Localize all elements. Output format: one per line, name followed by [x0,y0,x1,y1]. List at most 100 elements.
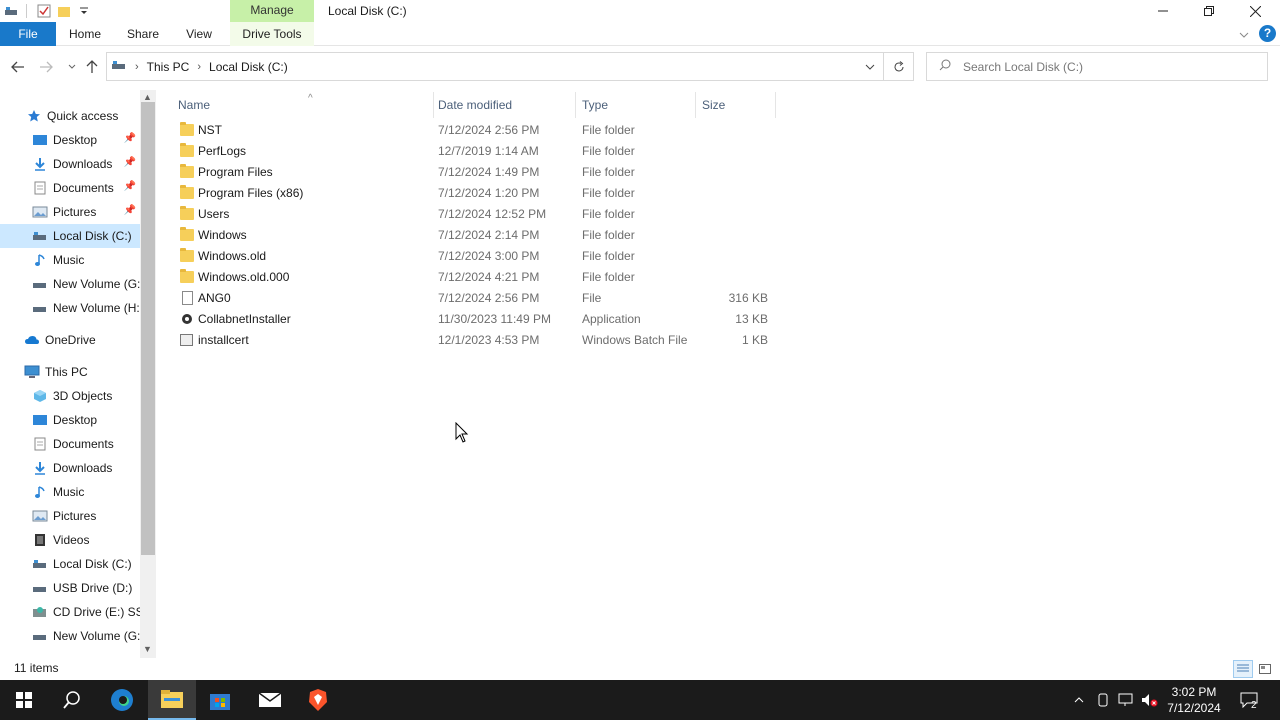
nav-quick-new-volume-g[interactable]: New Volume (G: [0,272,140,296]
music-icon [32,252,48,268]
chevron-right-icon[interactable]: › [197,61,201,73]
usb-icon [32,580,48,596]
restore-button[interactable] [1186,0,1232,22]
nav-pc-desktop[interactable]: Desktop [0,408,140,432]
nav-pc-pictures[interactable]: Pictures [0,504,140,528]
nav-pc-cd-drive[interactable]: CD Drive (E:) SSS [0,600,140,624]
file-row[interactable]: Users 7/12/2024 12:52 PM File folder [172,204,772,225]
new-folder-icon[interactable] [55,2,73,20]
nav-pc-local-disk[interactable]: Local Disk (C:) [0,552,140,576]
minimize-button[interactable] [1140,0,1186,22]
customize-toolbar-icon[interactable] [75,2,93,20]
mouse-cursor-icon [455,421,469,447]
column-header-size[interactable]: Size [696,92,776,118]
file-row[interactable]: Windows.old 7/12/2024 3:00 PM File folde… [172,246,772,267]
taskbar-store[interactable] [196,680,244,720]
drive-icon[interactable] [2,2,20,20]
brave-icon [309,689,327,711]
volume-muted-icon[interactable] [1140,680,1160,720]
tab-manage[interactable]: Manage [230,0,314,22]
tab-file[interactable]: File [0,22,56,46]
arrow-left-icon [11,61,24,73]
column-header-type[interactable]: Type [576,92,696,118]
file-row[interactable]: ANG0 7/12/2024 2:56 PM File 316 KB [172,288,772,309]
back-button[interactable] [8,57,28,77]
tray-device-icon[interactable] [1094,680,1112,720]
file-row[interactable]: Program Files (x86) 7/12/2024 1:20 PM Fi… [172,183,772,204]
nav-pc-videos[interactable]: Videos [0,528,140,552]
nav-quick-music[interactable]: Music [0,248,140,272]
large-icons-view-button[interactable] [1255,660,1275,678]
address-bar[interactable]: › This PC › Local Disk (C:) [106,52,914,81]
file-row[interactable]: PerfLogs 12/7/2019 1:14 AM File folder [172,141,772,162]
nav-pc-documents[interactable]: Documents [0,432,140,456]
taskbar-brave[interactable] [294,680,342,720]
tab-share[interactable]: Share [116,22,170,46]
drive-icon [32,628,48,644]
file-row[interactable]: installcert 12/1/2023 4:53 PM Windows Ba… [172,330,772,351]
up-button[interactable] [82,57,102,77]
drive-icon [32,276,48,292]
refresh-button[interactable] [883,53,913,80]
show-hidden-icons-button[interactable] [1070,680,1088,720]
tab-view[interactable]: View [174,22,224,46]
nav-quick-pictures[interactable]: Pictures 📌 [0,200,140,224]
network-icon[interactable] [1116,680,1136,720]
column-header-name[interactable]: Name ^ [172,92,434,118]
properties-icon[interactable] [35,2,53,20]
pin-icon: 📌 [123,157,136,168]
file-row[interactable]: Windows.old.000 7/12/2024 4:21 PM File f… [172,267,772,288]
column-header-date[interactable]: Date modified [432,92,576,118]
nav-quick-documents[interactable]: Documents 📌 [0,176,140,200]
taskbar-edge[interactable] [98,680,146,720]
window-title: Local Disk (C:) [328,4,407,18]
file-row[interactable]: Windows 7/12/2024 2:14 PM File folder [172,225,772,246]
chevron-right-icon[interactable]: › [135,61,139,73]
search-box[interactable]: Search Local Disk (C:) [926,52,1268,81]
action-center-button[interactable]: 2 [1234,680,1264,720]
minimize-icon [1158,10,1168,12]
download-icon [32,156,48,172]
nav-pc-new-volume-g[interactable]: New Volume (G: [0,624,140,648]
expand-ribbon-icon[interactable] [1239,27,1249,41]
nav-quick-local-disk[interactable]: Local Disk (C:) [0,224,140,248]
start-button[interactable] [0,680,48,720]
document-icon [32,436,48,452]
scroll-up-icon[interactable]: ▲ [143,92,152,102]
file-row[interactable]: NST 7/12/2024 2:56 PM File folder [172,120,772,141]
recent-locations-button[interactable] [62,57,82,77]
nav-pc-usb-drive[interactable]: USB Drive (D:) [0,576,140,600]
scrollbar-thumb[interactable] [141,102,155,555]
nav-pc-music[interactable]: Music [0,480,140,504]
navigation-scrollbar[interactable]: ▲ ▼ [140,90,156,658]
taskbar-file-explorer[interactable] [148,680,196,720]
folder-icon [180,122,194,137]
tab-drive-tools[interactable]: Drive Tools [230,22,314,46]
file-row[interactable]: Program Files 7/12/2024 1:49 PM File fol… [172,162,772,183]
search-input[interactable]: Search Local Disk (C:) [963,60,1083,74]
nav-3d-objects[interactable]: 3D Objects [0,384,140,408]
file-row[interactable]: CollabnetInstaller 11/30/2023 11:49 PM A… [172,309,772,330]
drive-icon [32,228,48,244]
nav-quick-access[interactable]: Quick access [0,104,140,128]
nav-pc-downloads[interactable]: Downloads [0,456,140,480]
search-button[interactable] [48,680,96,720]
help-button[interactable]: ? [1259,25,1276,42]
taskbar-mail[interactable] [246,680,294,720]
nav-quick-new-volume-h[interactable]: New Volume (H: [0,296,140,320]
tab-home[interactable]: Home [58,22,112,46]
nav-quick-desktop[interactable]: Desktop 📌 [0,128,140,152]
system-clock[interactable]: 3:02 PM 7/12/2024 [1162,684,1226,716]
close-button[interactable] [1232,0,1278,22]
address-dropdown-button[interactable] [865,59,875,73]
desktop-icon [32,412,48,428]
breadcrumb-this-pc[interactable]: This PC [147,60,190,74]
scroll-down-icon[interactable]: ▼ [143,644,152,654]
folder-icon [180,227,194,242]
nav-quick-downloads[interactable]: Downloads 📌 [0,152,140,176]
forward-button[interactable] [36,57,56,77]
breadcrumb-local-disk[interactable]: Local Disk (C:) [209,60,288,74]
nav-onedrive[interactable]: OneDrive [0,328,140,352]
details-view-button[interactable] [1233,660,1253,678]
nav-this-pc[interactable]: This PC [0,360,140,384]
